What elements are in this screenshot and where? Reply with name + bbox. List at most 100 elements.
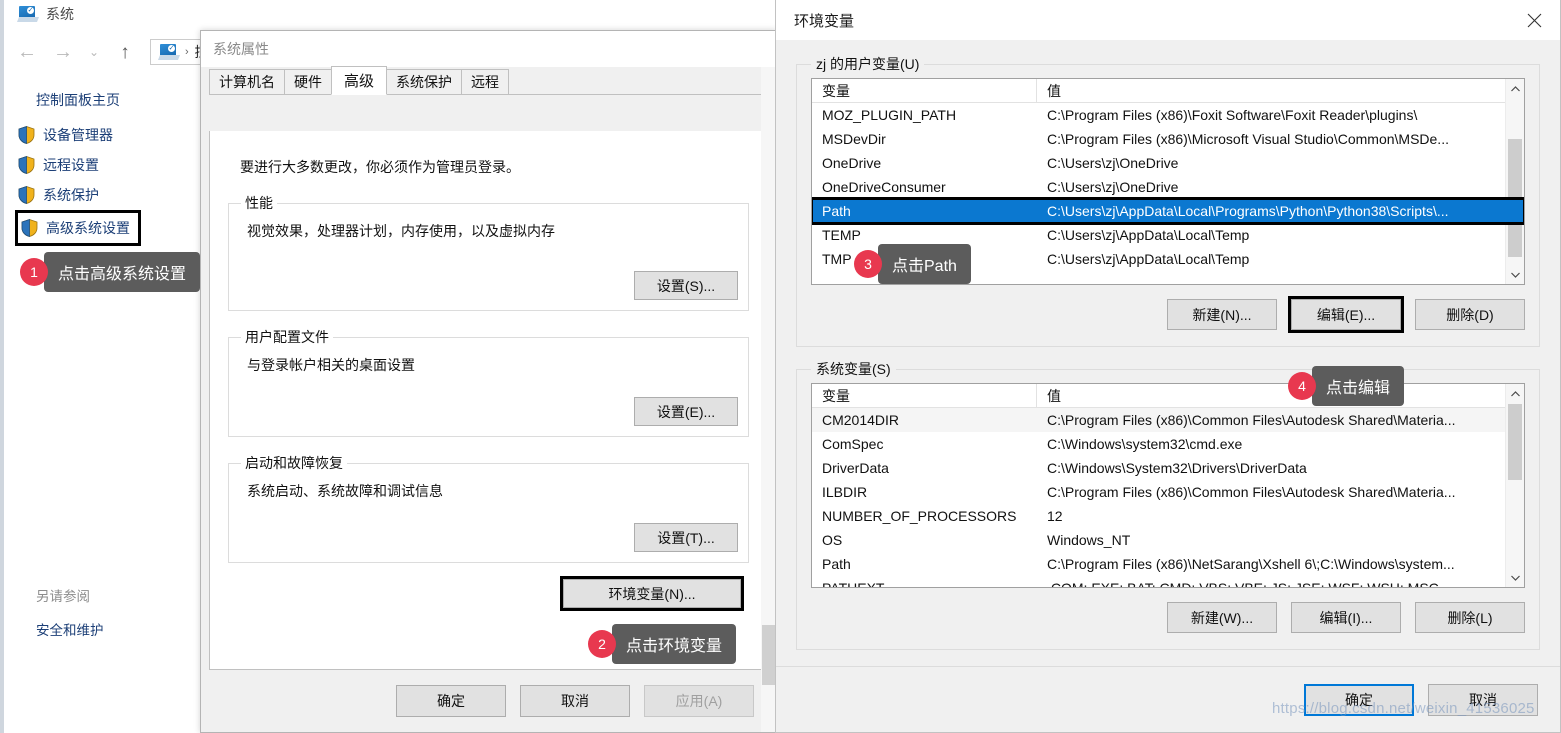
callout-text: 点击编辑 xyxy=(1312,366,1405,406)
sp-ok-button[interactable]: 确定 xyxy=(396,685,506,717)
group-user-profiles-desc: 与登录帐户相关的桌面设置 xyxy=(247,357,415,373)
system-properties-tabs: 计算机名 硬件 高级 系统保护 远程 xyxy=(209,66,768,95)
sidebar-item-remote-settings[interactable]: 远程设置 xyxy=(0,150,200,180)
system-variables-buttons: 新建(W)... 编辑(I)... 删除(L) xyxy=(811,602,1525,633)
scrollbar-thumb[interactable] xyxy=(762,625,775,685)
table-row-selected-path[interactable]: Path C:\Users\zj\AppData\Local\Programs\… xyxy=(812,197,1524,225)
user-profiles-settings-button[interactable]: 设置(E)... xyxy=(634,397,738,426)
startup-recovery-settings-button[interactable]: 设置(T)... xyxy=(634,523,738,552)
group-user-profiles-legend: 用户配置文件 xyxy=(245,329,329,345)
callout-4: 4 点击编辑 xyxy=(1288,366,1405,406)
callout-3: 3 点击Path xyxy=(854,244,971,284)
system-properties-body: 要进行大多数更改，你必须作为管理员登录。 性能 视觉效果，处理器计划，内存使用，… xyxy=(209,131,768,670)
variable-name: OS xyxy=(822,532,843,548)
tab-hardware[interactable]: 硬件 xyxy=(284,69,332,94)
user-delete-button[interactable]: 删除(D) xyxy=(1415,299,1525,330)
variable-value: C:\Users\zj\OneDrive xyxy=(1047,155,1179,171)
user-edit-button[interactable]: 编辑(E)... xyxy=(1288,296,1404,333)
callout-badge: 4 xyxy=(1288,372,1316,400)
variable-name: Path xyxy=(822,203,851,219)
sidebar-home-link[interactable]: 控制面板主页 xyxy=(0,82,200,120)
env-dialog-footer: 确定 取消 xyxy=(776,666,1560,732)
address-computer-icon: ✓ xyxy=(157,44,181,60)
variable-name: ComSpec xyxy=(822,436,884,452)
system-properties-titlebar: 系统属性 xyxy=(201,31,776,67)
table-row[interactable]: Path C:\Program Files (x86)\NetSarang\Xs… xyxy=(812,552,1524,576)
system-variables-scrollbar[interactable] xyxy=(1505,384,1524,587)
scroll-up-icon[interactable] xyxy=(1506,79,1524,98)
table-row[interactable]: OS Windows_NT xyxy=(812,528,1524,552)
group-performance: 性能 视觉效果，处理器计划，内存使用，以及虚拟内存 设置(S)... xyxy=(228,193,749,311)
performance-settings-button[interactable]: 设置(S)... xyxy=(634,271,738,300)
scroll-down-icon[interactable] xyxy=(1506,265,1524,284)
variable-value: C:\Windows\System32\Drivers\DriverData xyxy=(1047,460,1307,476)
callout-text: 点击高级系统设置 xyxy=(44,252,201,292)
sidebar-item-label: 高级系统设置 xyxy=(46,220,130,236)
recent-locations-icon[interactable]: ⌄ xyxy=(82,37,106,67)
system-new-button[interactable]: 新建(W)... xyxy=(1167,602,1277,633)
env-cancel-button[interactable]: 取消 xyxy=(1428,683,1538,716)
environment-variables-button[interactable]: 环境变量(N)... xyxy=(560,576,744,611)
variable-name: ILBDIR xyxy=(822,484,868,500)
table-row[interactable]: DriverData C:\Windows\System32\Drivers\D… xyxy=(812,456,1524,480)
table-row[interactable]: ComSpec C:\Windows\system32\cmd.exe xyxy=(812,432,1524,456)
table-row[interactable]: CM2014DIR C:\Program Files (x86)\Common … xyxy=(812,408,1524,432)
variable-name: CM2014DIR xyxy=(822,412,900,428)
table-row[interactable]: ILBDIR C:\Program Files (x86)\Common Fil… xyxy=(812,480,1524,504)
sp-cancel-button[interactable]: 取消 xyxy=(520,685,630,717)
shield-icon xyxy=(18,186,35,204)
env-ok-button[interactable]: 确定 xyxy=(1304,683,1414,716)
callout-badge: 3 xyxy=(854,250,882,278)
column-header-variable: 变量 xyxy=(812,384,1037,407)
breadcrumb-separator-icon: › xyxy=(185,46,189,58)
system-edit-button[interactable]: 编辑(I)... xyxy=(1291,602,1401,633)
tab-computer-name[interactable]: 计算机名 xyxy=(209,69,285,94)
variable-name: NUMBER_OF_PROCESSORS xyxy=(822,508,1017,524)
sp-apply-button[interactable]: 应用(A) xyxy=(644,685,754,717)
column-header-value: 值 xyxy=(1047,82,1061,99)
variable-name: MOZ_PLUGIN_PATH xyxy=(822,107,957,123)
sidebar-item-system-protection[interactable]: 系统保护 xyxy=(0,180,200,210)
sidebar-item-advanced-system-settings[interactable]: 高级系统设置 xyxy=(15,210,141,246)
callout-badge: 2 xyxy=(588,630,616,658)
scrollbar-thumb[interactable] xyxy=(1508,139,1522,257)
back-icon[interactable]: ← xyxy=(10,37,44,67)
environment-variables-dialog: 环境变量 zj 的用户变量(U) 变量 值 MOZ_PLUGIN_PATH C:… xyxy=(775,0,1561,733)
forward-icon[interactable]: → xyxy=(46,37,80,67)
variable-value: 12 xyxy=(1047,508,1063,524)
env-titlebar: 环境变量 xyxy=(776,0,1560,40)
scroll-down-icon[interactable] xyxy=(1506,568,1524,587)
table-row[interactable]: MOZ_PLUGIN_PATH C:\Program Files (x86)\F… xyxy=(812,103,1524,127)
scrollbar-thumb[interactable] xyxy=(1508,404,1522,480)
group-performance-legend: 性能 xyxy=(245,195,273,211)
tab-remote[interactable]: 远程 xyxy=(461,69,510,94)
scroll-up-icon[interactable] xyxy=(1506,384,1524,403)
user-variables-scrollbar[interactable] xyxy=(1505,79,1524,284)
column-header-value: 值 xyxy=(1047,387,1061,404)
variable-value: C:\Users\zj\AppData\Local\Programs\Pytho… xyxy=(1047,203,1449,219)
variable-value: C:\Program Files (x86)\Common Files\Auto… xyxy=(1047,412,1456,428)
explorer-title-label: 系统 xyxy=(46,6,74,22)
system-properties-scrollbar[interactable] xyxy=(761,67,776,732)
table-row[interactable]: OneDrive C:\Users\zj\OneDrive xyxy=(812,151,1524,175)
table-row[interactable]: NUMBER_OF_PROCESSORS 12 xyxy=(812,504,1524,528)
system-variables-listbox[interactable]: 变量 值 CM2014DIR C:\Program Files (x86)\Co… xyxy=(811,383,1525,588)
see-also-title: 另请参阅 xyxy=(36,589,90,604)
tab-system-protection[interactable]: 系统保护 xyxy=(386,69,463,94)
system-properties-title: 系统属性 xyxy=(213,41,269,57)
close-icon[interactable] xyxy=(1508,0,1560,40)
table-row[interactable]: OneDriveConsumer C:\Users\zj\OneDrive xyxy=(812,175,1524,199)
admin-note: 要进行大多数更改，你必须作为管理员登录。 xyxy=(240,159,520,175)
system-delete-button[interactable]: 删除(L) xyxy=(1415,602,1525,633)
user-variables-legend: zj 的用户变量(U) xyxy=(816,56,920,72)
sidebar-item-device-manager[interactable]: 设备管理器 xyxy=(0,120,200,150)
variable-name: DriverData xyxy=(822,460,889,476)
see-also-link-security[interactable]: 安全和维护 xyxy=(0,615,200,643)
shield-icon xyxy=(18,126,35,144)
tab-advanced[interactable]: 高级 xyxy=(331,66,388,95)
table-row[interactable]: MSDevDir C:\Program Files (x86)\Microsof… xyxy=(812,127,1524,151)
user-new-button[interactable]: 新建(N)... xyxy=(1167,299,1277,330)
table-row[interactable]: PATHEXT .COM;.EXE;.BAT;.CMD;.VBS;.VBE;.J… xyxy=(812,576,1524,587)
group-startup-recovery-desc: 系统启动、系统故障和调试信息 xyxy=(247,483,443,499)
up-icon[interactable]: ↑ xyxy=(108,37,142,67)
